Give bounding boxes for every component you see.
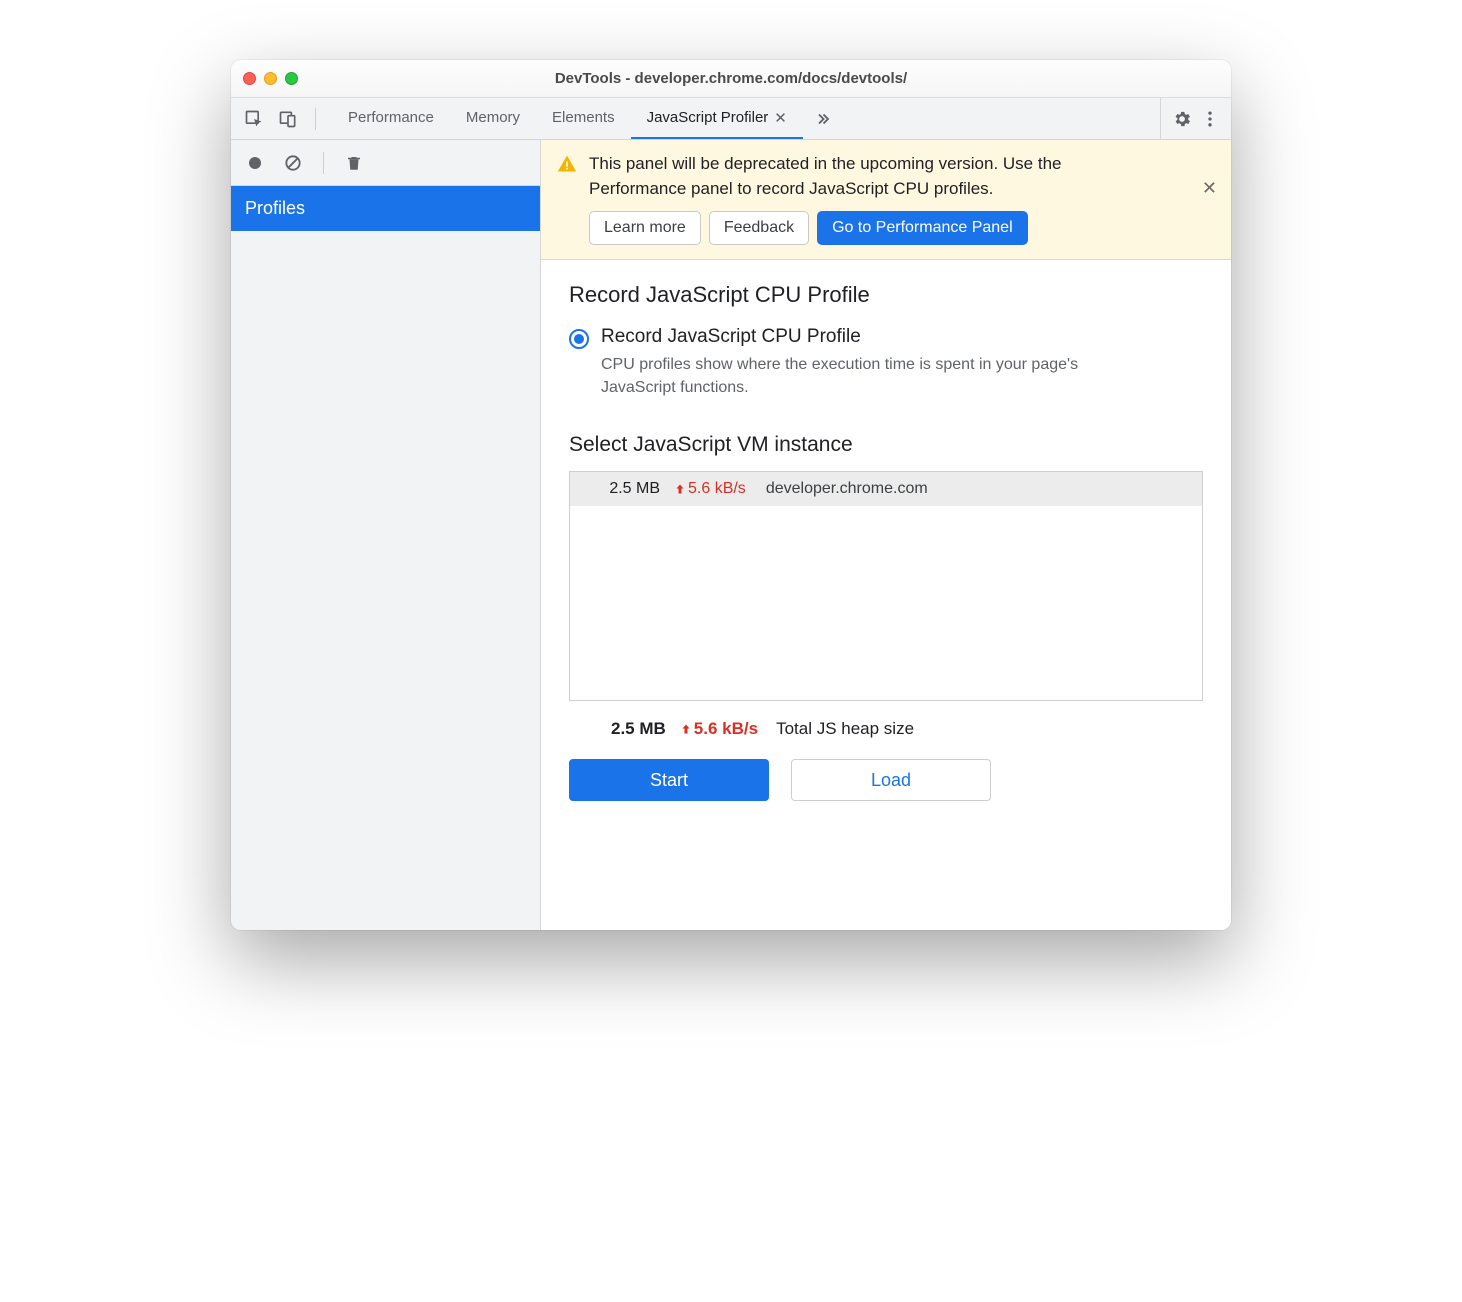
clear-icon[interactable]: [281, 151, 305, 175]
warning-icon: [557, 154, 577, 245]
load-button[interactable]: Load: [791, 759, 991, 801]
tab-performance[interactable]: Performance: [332, 98, 450, 139]
section-heading: Record JavaScript CPU Profile: [569, 282, 1203, 308]
sidebar-toolbar: [231, 140, 540, 186]
close-banner-icon[interactable]: ✕: [1202, 178, 1217, 199]
arrow-up-icon: [674, 482, 686, 496]
separator: [315, 108, 316, 130]
close-tab-icon[interactable]: ✕: [774, 109, 787, 127]
titlebar: DevTools - developer.chrome.com/docs/dev…: [231, 60, 1231, 98]
vm-heading: Select JavaScript VM instance: [569, 433, 1203, 457]
kebab-menu-icon[interactable]: [1199, 108, 1221, 130]
sidebar-item-profiles[interactable]: Profiles: [231, 186, 540, 231]
tab-label: Memory: [466, 109, 520, 126]
radio-icon: [569, 329, 589, 349]
profile-content: Record JavaScript CPU Profile Record Jav…: [541, 260, 1231, 930]
trash-icon[interactable]: [342, 151, 366, 175]
start-button[interactable]: Start: [569, 759, 769, 801]
radio-label: Record JavaScript CPU Profile: [601, 326, 1121, 348]
device-toolbar-icon[interactable]: [277, 108, 299, 130]
vm-instance-row[interactable]: 2.5 MB 5.6 kB/s developer.chrome.com: [570, 472, 1202, 506]
record-icon[interactable]: [243, 151, 267, 175]
devtools-window: DevTools - developer.chrome.com/docs/dev…: [231, 60, 1231, 930]
traffic-lights: [243, 72, 298, 85]
learn-more-button[interactable]: Learn more: [589, 211, 701, 245]
tab-memory[interactable]: Memory: [450, 98, 536, 139]
deprecation-banner: This panel will be deprecated in the upc…: [541, 140, 1231, 260]
vm-instance-list[interactable]: 2.5 MB 5.6 kB/s developer.chrome.com: [569, 471, 1203, 701]
tab-javascript-profiler[interactable]: JavaScript Profiler ✕: [631, 98, 803, 139]
panel-body: Profiles This panel will be deprecated i…: [231, 140, 1231, 930]
separator: [323, 152, 324, 174]
tab-label: Performance: [348, 109, 434, 126]
minimize-window-button[interactable]: [264, 72, 277, 85]
banner-message: This panel will be deprecated in the upc…: [589, 152, 1129, 201]
tab-label: Elements: [552, 109, 615, 126]
banner-content: This panel will be deprecated in the upc…: [589, 152, 1129, 245]
feedback-button[interactable]: Feedback: [709, 211, 809, 245]
arrow-up-icon: [680, 722, 692, 736]
tabstrip-left-tools: [231, 98, 332, 139]
sidebar-item-label: Profiles: [245, 198, 305, 218]
total-size: 2.5 MB: [611, 719, 666, 739]
close-window-button[interactable]: [243, 72, 256, 85]
profile-type-radio[interactable]: Record JavaScript CPU Profile CPU profil…: [569, 326, 1203, 399]
goto-performance-button[interactable]: Go to Performance Panel: [817, 211, 1028, 245]
tabstrip-right-tools: [1160, 98, 1231, 139]
vm-host: developer.chrome.com: [766, 480, 928, 498]
vm-rate: 5.6 kB/s: [674, 480, 746, 498]
radio-description: CPU profiles show where the execution ti…: [601, 354, 1121, 399]
heap-totals: 2.5 MB 5.6 kB/s Total JS heap size: [569, 701, 1203, 739]
more-tabs-icon[interactable]: [803, 98, 841, 139]
action-buttons: Start Load: [569, 759, 1203, 801]
vm-size: 2.5 MB: [590, 480, 660, 498]
tab-elements[interactable]: Elements: [536, 98, 631, 139]
panel-tabstrip: Performance Memory Elements JavaScript P…: [231, 98, 1231, 140]
banner-buttons: Learn more Feedback Go to Performance Pa…: [589, 211, 1129, 245]
main-panel: This panel will be deprecated in the upc…: [541, 140, 1231, 930]
inspect-element-icon[interactable]: [243, 108, 265, 130]
total-label: Total JS heap size: [776, 719, 914, 739]
profiles-sidebar: Profiles: [231, 140, 541, 930]
tab-label: JavaScript Profiler: [647, 109, 769, 126]
total-rate: 5.6 kB/s: [680, 719, 758, 739]
zoom-window-button[interactable]: [285, 72, 298, 85]
window-title: DevTools - developer.chrome.com/docs/dev…: [243, 70, 1219, 87]
panel-tabs: Performance Memory Elements JavaScript P…: [332, 98, 803, 139]
settings-gear-icon[interactable]: [1171, 108, 1193, 130]
